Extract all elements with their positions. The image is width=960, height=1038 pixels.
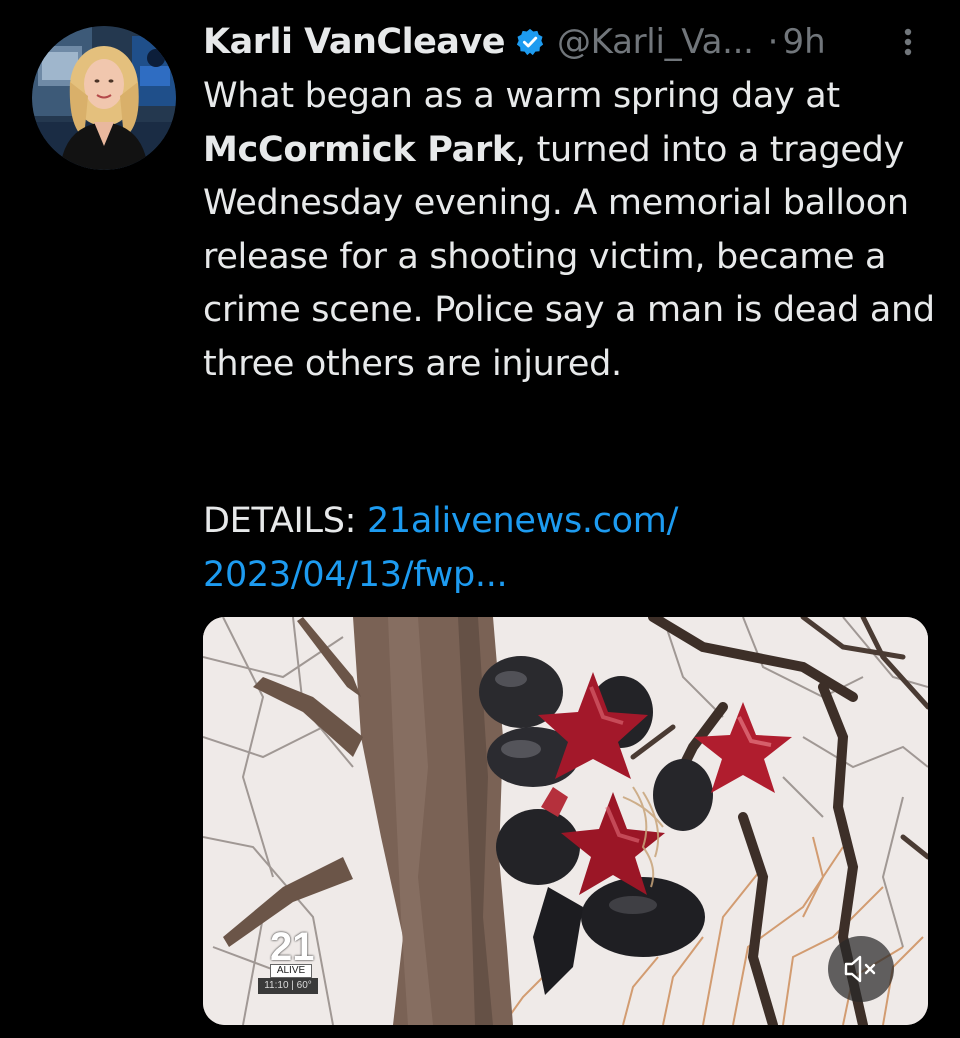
station-bug: 11:10 | 60° bbox=[258, 978, 318, 994]
tweet-text: What began as a warm spring day at McCor… bbox=[203, 70, 943, 391]
tweet-timestamp[interactable]: 9h bbox=[782, 22, 825, 62]
station-logo: 21 ALIVE 11:10 | 60° bbox=[258, 926, 322, 998]
avatar-image bbox=[32, 26, 176, 170]
header-separator: · bbox=[767, 22, 779, 62]
details-label: DETAILS: bbox=[203, 501, 367, 541]
tweet-text-part: What began as a warm spring day at bbox=[203, 76, 840, 116]
mute-button[interactable] bbox=[828, 936, 894, 1002]
author-handle[interactable]: @Karli_Va... bbox=[557, 22, 754, 62]
tweet-header: Karli VanCleave @Karli_Va... · 9h bbox=[203, 18, 826, 66]
more-vertical-icon[interactable] bbox=[896, 24, 920, 60]
verified-badge-icon bbox=[515, 27, 545, 57]
avatar[interactable] bbox=[32, 26, 176, 170]
tweet-details: DETAILS: 21alivenews.com/ 2023/04/13/fwp… bbox=[203, 495, 943, 602]
speaker-muted-icon bbox=[844, 955, 876, 983]
station-logo-number: 21 bbox=[270, 925, 315, 969]
author-name[interactable]: Karli VanCleave bbox=[203, 22, 505, 62]
tweet[interactable]: Karli VanCleave @Karli_Va... · 9h What b… bbox=[0, 0, 960, 1038]
tweet-text-bold: McCormick Park bbox=[203, 129, 515, 170]
station-logo-word: ALIVE bbox=[270, 964, 312, 978]
